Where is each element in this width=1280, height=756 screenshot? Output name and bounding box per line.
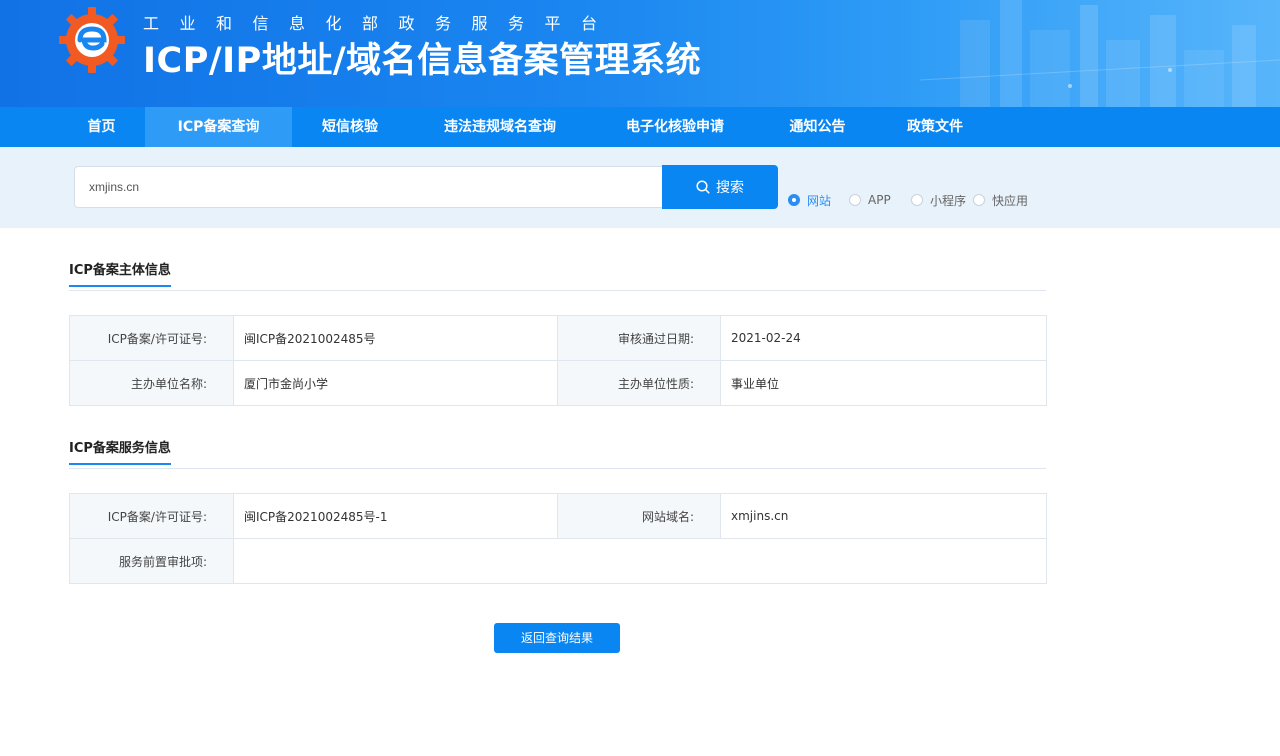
label-approval-date: 审核通过日期: bbox=[557, 315, 721, 361]
section-divider bbox=[69, 468, 1046, 469]
system-title: ICP/IP地址/域名信息备案管理系统 bbox=[143, 41, 702, 81]
service-info-table: ICP备案/许可证号: 闽ICP备2021002485号-1 网站域名: xmj… bbox=[69, 493, 1047, 584]
table-row: 服务前置审批项: bbox=[69, 538, 1047, 584]
city-skyline-decoration bbox=[920, 0, 1280, 107]
label-organizer-name: 主办单位名称: bbox=[69, 360, 234, 406]
radio-dot-icon bbox=[849, 194, 861, 206]
main-nav: 首页 ICP备案查询 短信核验 违法违规域名查询 电子化核验申请 通知公告 政策… bbox=[0, 107, 1280, 147]
section-title-service: ICP备案服务信息 bbox=[69, 437, 171, 465]
nav-item-notices[interactable]: 通知公告 bbox=[770, 107, 865, 147]
section-title-subject: ICP备案主体信息 bbox=[69, 259, 171, 287]
back-to-results-button[interactable]: 返回查询结果 bbox=[494, 623, 620, 653]
nav-item-icp-query[interactable]: ICP备案查询 bbox=[145, 107, 292, 147]
value-organizer-name: 厦门市金尚小学 bbox=[233, 360, 558, 406]
radio-dot-icon bbox=[911, 194, 923, 206]
value-organizer-type: 事业单位 bbox=[720, 360, 1047, 406]
search-button-label: 搜索 bbox=[716, 180, 744, 196]
value-approval-date: 2021-02-24 bbox=[720, 315, 1047, 361]
section-divider bbox=[69, 290, 1046, 291]
nav-item-illegal-domain-query[interactable]: 违法违规域名查询 bbox=[420, 107, 580, 147]
nav-item-policy-docs[interactable]: 政策文件 bbox=[885, 107, 985, 147]
gear-e-logo-icon bbox=[59, 7, 125, 73]
table-row: ICP备案/许可证号: 闽ICP备2021002485号-1 网站域名: xmj… bbox=[69, 493, 1047, 539]
platform-subtitle: 工业和信息化部政务服务平台 bbox=[143, 14, 618, 33]
table-row: ICP备案/许可证号: 闽ICP备2021002485号 审核通过日期: 202… bbox=[69, 315, 1047, 361]
table-row: 主办单位名称: 厦门市金尚小学 主办单位性质: 事业单位 bbox=[69, 360, 1047, 406]
search-input[interactable] bbox=[74, 166, 662, 208]
radio-label: 快应用 bbox=[992, 193, 1029, 208]
nav-item-home[interactable]: 首页 bbox=[64, 107, 139, 147]
radio-label: APP bbox=[868, 193, 891, 207]
nav-item-e-verify-apply[interactable]: 电子化核验申请 bbox=[600, 107, 750, 147]
radio-app[interactable]: APP bbox=[849, 191, 891, 209]
radio-quick-app[interactable]: 快应用 bbox=[973, 191, 1028, 209]
search-area: 搜索 网站 APP 小程序 快应用 bbox=[0, 147, 1280, 228]
nav-item-sms-verify[interactable]: 短信核验 bbox=[300, 107, 400, 147]
search-button[interactable]: 搜索 bbox=[662, 165, 778, 209]
label-organizer-type: 主办单位性质: bbox=[557, 360, 721, 406]
value-pre-approval bbox=[233, 538, 1047, 584]
label-website-domain: 网站域名: bbox=[557, 493, 721, 539]
label-pre-approval: 服务前置审批项: bbox=[69, 538, 234, 584]
radio-dot-icon bbox=[973, 194, 985, 206]
radio-dot-icon bbox=[788, 194, 800, 206]
radio-mini-program[interactable]: 小程序 bbox=[911, 191, 966, 209]
radio-label: 网站 bbox=[807, 193, 832, 208]
radio-website[interactable]: 网站 bbox=[788, 191, 831, 209]
label-license-no: ICP备案/许可证号: bbox=[69, 315, 234, 361]
radio-label: 小程序 bbox=[930, 193, 967, 208]
subject-info-table: ICP备案/许可证号: 闽ICP备2021002485号 审核通过日期: 202… bbox=[69, 315, 1047, 406]
value-website-domain: xmjins.cn bbox=[720, 493, 1047, 539]
label-service-license-no: ICP备案/许可证号: bbox=[69, 493, 234, 539]
value-service-license-no: 闽ICP备2021002485号-1 bbox=[233, 493, 558, 539]
search-icon bbox=[696, 180, 710, 194]
header-banner: 工业和信息化部政务服务平台 ICP/IP地址/域名信息备案管理系统 bbox=[0, 0, 1280, 107]
value-license-no: 闽ICP备2021002485号 bbox=[233, 315, 558, 361]
